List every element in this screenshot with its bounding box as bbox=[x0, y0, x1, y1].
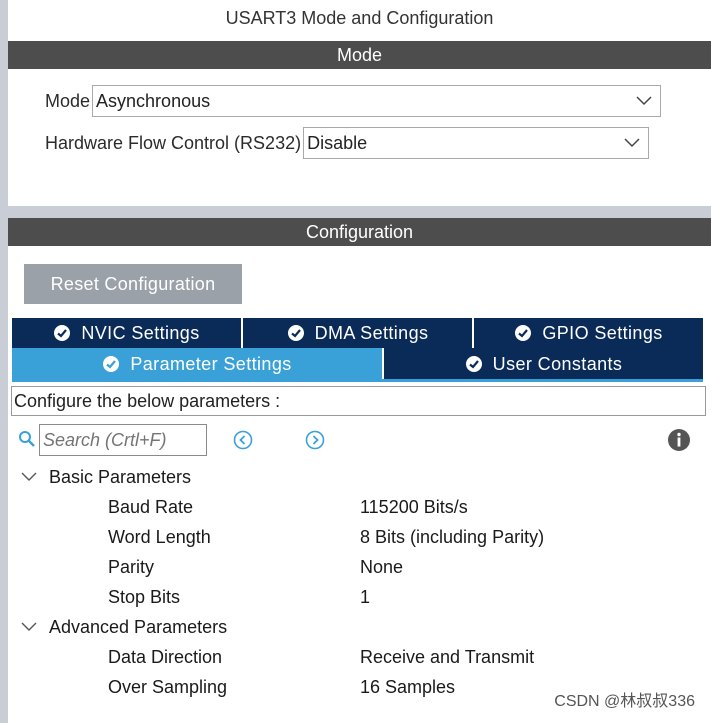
tab-label: User Constants bbox=[492, 353, 623, 374]
configuration-panel: Configuration Reset Configuration NVIC S… bbox=[8, 218, 711, 723]
watermark: CSDN @林叔叔336 bbox=[554, 693, 695, 710]
configuration-section-header: Configuration bbox=[8, 218, 711, 246]
search-input[interactable] bbox=[39, 424, 207, 456]
mode-select-value: Asynchronous bbox=[96, 90, 211, 111]
tab-dma-settings[interactable]: DMA Settings bbox=[243, 318, 474, 348]
tab-gpio-settings[interactable]: GPIO Settings bbox=[474, 318, 703, 348]
param-key: Baud Rate bbox=[108, 496, 194, 517]
param-row[interactable]: Stop Bits 1 bbox=[18, 582, 701, 612]
tab-label: NVIC Settings bbox=[81, 322, 200, 343]
group-label: Advanced Parameters bbox=[49, 616, 228, 637]
param-row[interactable]: Data Direction Receive and Transmit bbox=[18, 642, 701, 672]
chevron-down-icon[interactable] bbox=[21, 622, 37, 632]
chevron-down-icon[interactable] bbox=[21, 472, 37, 482]
search-icon bbox=[19, 431, 35, 447]
hfc-row: Hardware Flow Control (RS232) Disable bbox=[45, 127, 650, 159]
mode-panel: USART3 Mode and Configuration Mode Mode … bbox=[8, 0, 711, 206]
check-circle-icon bbox=[54, 325, 71, 341]
param-value: 115200 Bits/s bbox=[360, 496, 468, 517]
tab-parameter-settings[interactable]: Parameter Settings bbox=[12, 348, 384, 380]
tab-nvic-settings[interactable]: NVIC Settings bbox=[12, 318, 243, 348]
description-box: Configure the below parameters : bbox=[11, 386, 706, 416]
previous-result-icon[interactable] bbox=[233, 430, 253, 450]
param-key: Data Direction bbox=[108, 646, 223, 667]
group-advanced-parameters[interactable]: Advanced Parameters bbox=[18, 612, 701, 642]
tab-user-constants[interactable]: User Constants bbox=[384, 348, 703, 380]
group-label: Basic Parameters bbox=[49, 466, 192, 487]
param-value: 16 Samples bbox=[360, 676, 456, 697]
tabs-row-2: Parameter Settings User Constants bbox=[12, 348, 703, 380]
active-tab-underline bbox=[12, 379, 703, 382]
next-result-icon[interactable] bbox=[305, 430, 325, 450]
hfc-label: Hardware Flow Control (RS232) bbox=[45, 132, 302, 153]
param-value: 1 bbox=[360, 586, 371, 607]
chevron-down-icon bbox=[624, 138, 640, 148]
check-circle-icon bbox=[103, 356, 120, 372]
window-title: USART3 Mode and Configuration bbox=[225, 8, 494, 28]
mode-label: Mode bbox=[45, 90, 91, 111]
tabs-row-1: NVIC Settings DMA Settings GPIO Settings bbox=[12, 318, 703, 348]
chevron-down-icon bbox=[636, 96, 652, 106]
param-row[interactable]: Word Length 8 Bits (including Parity) bbox=[18, 522, 701, 552]
group-basic-parameters[interactable]: Basic Parameters bbox=[18, 462, 701, 492]
param-key: Word Length bbox=[108, 526, 211, 547]
mode-row: Mode Asynchronous bbox=[45, 85, 662, 117]
param-value: None bbox=[360, 556, 404, 577]
param-key: Stop Bits bbox=[108, 586, 181, 607]
mode-select[interactable]: Asynchronous bbox=[92, 85, 662, 117]
tab-label: DMA Settings bbox=[314, 322, 429, 343]
param-row[interactable]: Parity None bbox=[18, 552, 701, 582]
param-key: Parity bbox=[108, 556, 155, 577]
tab-label: GPIO Settings bbox=[542, 322, 663, 343]
parameter-tree: Basic Parameters Baud Rate 115200 Bits/s… bbox=[18, 462, 701, 702]
tab-label: Parameter Settings bbox=[130, 353, 292, 374]
info-icon[interactable] bbox=[667, 428, 691, 452]
mode-section-header: Mode bbox=[8, 41, 711, 69]
check-circle-icon bbox=[515, 325, 532, 341]
param-value: Receive and Transmit bbox=[360, 646, 535, 667]
check-circle-icon bbox=[287, 325, 304, 341]
check-circle-icon bbox=[465, 356, 482, 372]
hfc-select-value: Disable bbox=[307, 132, 368, 153]
param-key: Over Sampling bbox=[108, 676, 228, 697]
param-value: 8 Bits (including Parity) bbox=[360, 526, 545, 547]
hfc-select[interactable]: Disable bbox=[303, 127, 650, 159]
search-toolbar bbox=[18, 424, 691, 456]
reset-configuration-button[interactable]: Reset Configuration bbox=[24, 264, 242, 304]
param-row[interactable]: Baud Rate 115200 Bits/s bbox=[18, 492, 701, 522]
